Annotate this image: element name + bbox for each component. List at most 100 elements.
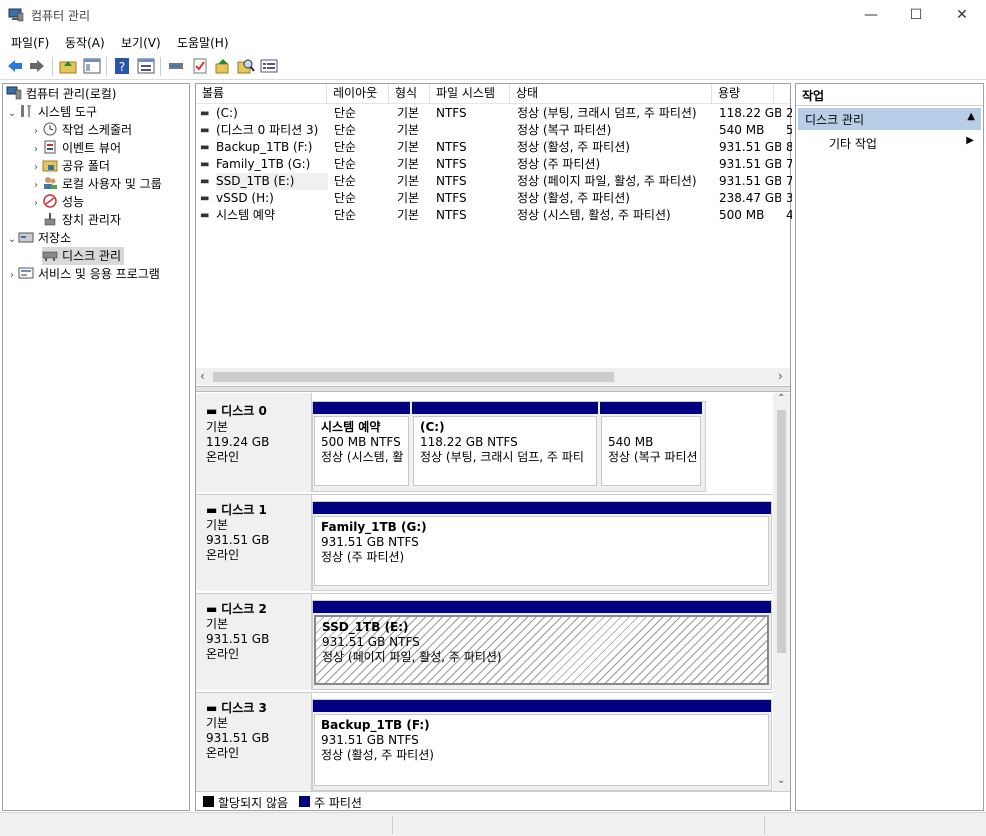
menu-help[interactable]: 도움말(H)	[177, 34, 229, 51]
volume-row[interactable]: ▬ (C:) 단순 기본 NTFS 정상 (부팅, 크래시 덤프, 주 파티션) 118.…	[196, 105, 792, 122]
collapse-up-icon[interactable]: ▲	[967, 111, 975, 122]
scroll-right-icon[interactable]: ›	[778, 369, 783, 383]
partition-title: 시스템 예약	[321, 420, 381, 434]
connect-icon[interactable]	[167, 58, 185, 74]
performance-icon	[43, 194, 57, 208]
tree-item-services[interactable]: › 서비스 및 응용 프로그램	[6, 265, 160, 283]
cell-type: 기본	[397, 191, 420, 205]
vertical-scrollbar[interactable]: ⌃ ⌄	[773, 393, 790, 791]
tree-item-task-scheduler[interactable]: › 작업 스케줄러	[30, 121, 132, 139]
disk-3-label[interactable]: ▬ 디스크 3 기본 931.51 GB 온라인	[196, 693, 312, 791]
tree-item-system-tools[interactable]: ⌄ 시스템 도구	[6, 103, 97, 121]
menu-file[interactable]: 파일(F)	[11, 34, 49, 51]
scroll-down-icon[interactable]: ⌄	[777, 775, 785, 786]
scroll-up-icon[interactable]: ⌃	[777, 393, 785, 404]
partition-f[interactable]: Backup_1TB (F:) 931.51 GB NTFS 정상 (활성, 주…	[314, 714, 769, 786]
actions-section-label: 디스크 관리	[805, 113, 865, 127]
cell-type: 기본	[397, 140, 420, 154]
tree-label-performance: 성능	[62, 195, 85, 209]
up-folder-icon[interactable]	[59, 58, 77, 74]
tree-item-shared-folders[interactable]: › 공유 폴더	[30, 157, 110, 175]
cell-volume: (디스크 0 파티션 3)	[216, 123, 319, 137]
disk-1-label[interactable]: ▬ 디스크 1 기본 931.51 GB 온라인	[196, 495, 312, 591]
partition-g[interactable]: Family_1TB (G:) 931.51 GB NTFS 정상 (주 파티션…	[314, 516, 769, 586]
column-header-type[interactable]: 형식	[389, 84, 430, 104]
tree-item-device-manager[interactable]: 장치 관리자	[42, 211, 121, 229]
volume-row[interactable]: ▬ (디스크 0 파티션 3) 단순 기본 정상 (복구 파티션) 540 MB 5	[196, 122, 792, 139]
tree-item-event-viewer[interactable]: › 이벤트 뷰어	[30, 139, 121, 157]
volume-icon: ▬	[200, 125, 210, 136]
search-icon[interactable]	[237, 58, 255, 74]
view-list-icon[interactable]	[260, 58, 278, 74]
show-hide-tree-icon[interactable]	[83, 58, 101, 74]
tree-item-performance[interactable]: › 성능	[30, 193, 84, 211]
maximize-button[interactable]: ☐	[893, 0, 939, 31]
legend-primary-label: 주 파티션	[314, 796, 362, 810]
help-icon[interactable]: ?	[113, 58, 131, 74]
horizontal-scroll-thumb[interactable]	[213, 372, 614, 382]
volume-row[interactable]: ▬ SSD_1TB (E:) 단순 기본 NTFS 정상 (페이지 파일, 활성, 주 파…	[196, 173, 792, 190]
tree-label-root: 컴퓨터 관리(로컬)	[26, 87, 117, 101]
chevron-down-icon[interactable]: ⌄	[6, 105, 18, 123]
tree-label-event-viewer: 이벤트 뷰어	[62, 141, 122, 155]
column-header-volume[interactable]: 볼륨	[196, 84, 327, 104]
column-header-status[interactable]: 상태	[510, 84, 712, 104]
splitter[interactable]	[196, 386, 790, 392]
disk-2-label[interactable]: ▬ 디스크 2 기본 931.51 GB 온라인	[196, 594, 312, 690]
storage-icon	[18, 232, 34, 243]
tree-label-system-tools: 시스템 도구	[38, 105, 98, 119]
menu-action[interactable]: 동작(A)	[65, 34, 105, 51]
chevron-right-icon[interactable]: ›	[30, 195, 42, 213]
partition-title: Family_1TB (G:)	[321, 520, 427, 534]
export-icon[interactable]	[214, 58, 232, 74]
forward-icon[interactable]	[28, 58, 46, 74]
cell-capacity: 500 MB	[719, 208, 765, 222]
partition-recovery[interactable]: 540 MB 정상 (복구 파티션	[601, 416, 701, 486]
tree-item-disk-management[interactable]: 디스크 관리	[42, 247, 125, 265]
cell-type: 기본	[397, 123, 420, 137]
checklist-icon[interactable]	[191, 58, 209, 74]
volume-icon: ▬	[200, 210, 210, 221]
chevron-right-icon[interactable]: ›	[6, 267, 18, 285]
partition-system-reserved[interactable]: 시스템 예약 500 MB NTFS 정상 (시스템, 활	[314, 416, 409, 486]
action-more-actions[interactable]: 기타 작업 ▶	[798, 132, 981, 154]
column-header-layout[interactable]: 레이아웃	[327, 84, 389, 104]
column-header-filesystem[interactable]: 파일 시스템	[430, 84, 510, 104]
tree-item-storage[interactable]: ⌄ 저장소	[6, 229, 71, 247]
disk-0-label[interactable]: ▬ 디스크 0 기본 119.24 GB 온라인	[196, 393, 312, 492]
disk-1-partitions: Family_1TB (G:) 931.51 GB NTFS 정상 (주 파티션…	[312, 501, 772, 591]
close-button[interactable]: ✕	[939, 0, 985, 31]
volume-row[interactable]: ▬ Backup_1TB (F:) 단순 기본 NTFS 정상 (활성, 주 파티션) 93…	[196, 139, 792, 156]
minimize-button[interactable]: —	[848, 0, 894, 31]
partition-e-selected[interactable]: SSD_1TB (E:) 931.51 GB NTFS 정상 (페이지 파일, …	[314, 615, 769, 685]
cell-capacity: 238.47 GB	[719, 191, 781, 205]
actions-section-disk-management[interactable]: 디스크 관리 ▲	[798, 108, 981, 130]
cell-layout: 단순	[334, 174, 357, 188]
actions-header: 작업	[796, 84, 983, 106]
vertical-scroll-thumb[interactable]	[777, 410, 786, 653]
column-header-capacity[interactable]: 용량	[712, 84, 774, 104]
chevron-down-icon[interactable]: ⌄	[6, 231, 18, 249]
menu-view[interactable]: 보기(V)	[121, 34, 161, 51]
volume-row[interactable]: ▬ 시스템 예약 단순 기본 NTFS 정상 (시스템, 활성, 주 파티션) 500 MB…	[196, 207, 792, 224]
cell-truncated: 2	[786, 106, 792, 120]
tree-item-root[interactable]: 컴퓨터 관리(로컬)	[6, 85, 116, 103]
horizontal-scrollbar[interactable]: ‹ ›	[196, 368, 790, 385]
scroll-left-icon[interactable]: ‹	[200, 369, 205, 383]
volume-icon: ▬	[200, 193, 210, 204]
tree-item-local-users[interactable]: › 로컬 사용자 및 그룹	[30, 175, 162, 193]
partition-c[interactable]: (C:) 118.22 GB NTFS 정상 (부팅, 크래시 덤프, 주 파티	[413, 416, 597, 486]
back-icon[interactable]	[6, 58, 24, 74]
shared-folder-icon	[42, 160, 58, 172]
partition-title: SSD_1TB (E:)	[322, 620, 409, 634]
disk-graph-area: ▬ 디스크 0 기본 119.24 GB 온라인 시스템 예약 500 MB N…	[196, 393, 772, 791]
disk-1-size: 931.51 GB	[206, 533, 270, 547]
volume-row[interactable]: ▬ vSSD (H:) 단순 기본 NTFS 정상 (활성, 주 파티션) 238.47 G…	[196, 190, 792, 207]
cell-truncated: 3	[786, 191, 792, 205]
disk-icon: ▬	[206, 602, 218, 616]
disk-2-size: 931.51 GB	[206, 632, 270, 646]
volume-row[interactable]: ▬ Family_1TB (G:) 단순 기본 NTFS 정상 (주 파티션) 931.51…	[196, 156, 792, 173]
cell-type: 기본	[397, 208, 420, 222]
disk-2-state: 온라인	[206, 647, 240, 661]
properties-icon[interactable]	[137, 58, 155, 74]
